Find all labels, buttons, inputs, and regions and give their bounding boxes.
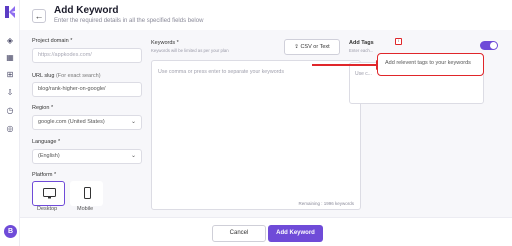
tags-tooltip: Add relevent tags to your keywords [377, 53, 484, 76]
left-nav-rail: ◈ ▦ ⊞ ⇩ ◷ ◎ B [0, 0, 20, 246]
keywords-remaining: Remaining : 1996 keywords [298, 201, 354, 206]
chevron-down-icon: ⌄ [130, 153, 136, 159]
sitemap-icon[interactable]: ⊞ [5, 70, 15, 80]
desktop-icon [43, 188, 56, 199]
project-domain-input[interactable]: https://appkodes.com/ [32, 48, 142, 63]
platform-mobile-label: Mobile [77, 206, 94, 212]
download-icon[interactable]: ⇩ [5, 88, 15, 98]
page-header: ← Add Keyword Enter the required details… [20, 0, 512, 30]
info-icon[interactable]: i [395, 38, 402, 45]
project-domain-label: Project domain * [32, 38, 73, 44]
page-title: Add Keyword [54, 5, 119, 16]
url-slug-label: URL slug (For exact search) [32, 73, 101, 79]
target-icon[interactable]: ◎ [5, 124, 15, 134]
upload-icon: ⇪ [294, 44, 299, 50]
language-value: (English) [38, 153, 60, 159]
app-logo [5, 6, 15, 18]
mobile-icon [84, 187, 91, 199]
main-content: ← Add Keyword Enter the required details… [20, 0, 512, 246]
tags-toggle[interactable] [480, 41, 498, 50]
language-label: Language * [32, 139, 61, 145]
platform-desktop-option[interactable] [32, 181, 65, 206]
region-value: google.com (United States) [38, 119, 105, 125]
avatar[interactable]: B [4, 225, 17, 238]
url-slug-input[interactable]: blog/rank-higher-on-google/ [32, 82, 142, 97]
keywords-placeholder: Use comma or press enter to separate you… [158, 69, 285, 75]
add-keyword-button[interactable]: Add Keyword [268, 225, 323, 242]
grid-icon[interactable]: ▦ [5, 53, 15, 63]
region-label: Region * [32, 105, 54, 111]
keywords-textarea[interactable]: Use comma or press enter to separate you… [151, 60, 361, 210]
cancel-button[interactable]: Cancel [212, 225, 266, 242]
back-button[interactable]: ← [32, 9, 46, 23]
region-select[interactable]: google.com (United States) ⌄ [32, 115, 142, 130]
page-subtitle: Enter the required details in all the sp… [54, 18, 204, 24]
platform-mobile-option[interactable] [70, 181, 103, 206]
timer-icon[interactable]: ◷ [5, 106, 15, 116]
tags-placeholder: Use c... [355, 71, 372, 77]
platform-desktop-label: Desktop [37, 206, 58, 212]
language-select[interactable]: (English) ⌄ [32, 149, 142, 164]
layers-icon[interactable]: ◈ [5, 36, 15, 46]
keywords-hint: Keywords will be limited as per your pla… [151, 48, 229, 53]
form-footer: Cancel Add Keyword [20, 217, 512, 246]
chevron-down-icon: ⌄ [130, 119, 136, 125]
arrow-left-icon: ← [34, 11, 44, 21]
keywords-label: Keywords * [151, 40, 179, 46]
platform-label: Platform * [32, 172, 57, 178]
